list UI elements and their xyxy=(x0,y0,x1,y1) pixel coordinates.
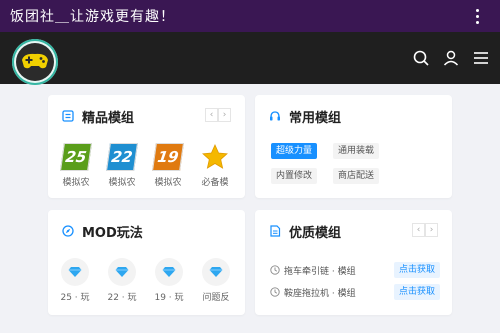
clock-icon xyxy=(270,265,280,275)
search-icon[interactable] xyxy=(412,49,430,67)
common-mods-heading: 常用模组 xyxy=(269,107,342,126)
featured-pager: ‹ › xyxy=(205,108,231,122)
app-title: 饭团社＿让游戏更有趣！ xyxy=(10,9,175,25)
gamepad-logo-icon xyxy=(16,43,54,81)
quality-mods-heading: 优质模组 xyxy=(269,222,342,241)
compass-icon xyxy=(62,225,74,237)
mod-item[interactable]: 25 · 玩 xyxy=(56,258,94,303)
site-logo[interactable] xyxy=(12,39,58,85)
diamond-icon xyxy=(155,258,183,286)
quality-mod-name[interactable]: 拖车牵引链 · 模组 xyxy=(284,264,356,277)
tag-built-in-modify[interactable]: 内置修改 xyxy=(271,168,318,184)
mod-item[interactable]: 19 · 玩 xyxy=(150,258,188,303)
featured-mods-title: 精品模组 xyxy=(82,110,135,126)
mod-item-label: 问题反 xyxy=(202,293,230,303)
mod-item-label: 22 · 玩 xyxy=(107,293,137,303)
diamond-icon xyxy=(61,258,89,286)
tag-super-power[interactable]: 超级力量 xyxy=(271,143,318,159)
game-badge-icon: 22 xyxy=(106,143,138,171)
user-icon[interactable] xyxy=(442,49,460,67)
featured-item-label: 模拟农 xyxy=(108,178,136,188)
quality-mod-row: 拖车牵引链 · 模组 点击获取 xyxy=(270,262,440,278)
quality-pager: ‹ › xyxy=(412,223,438,237)
featured-item-label: 模拟农 xyxy=(62,178,90,188)
headset-icon xyxy=(270,111,280,121)
get-mod-button[interactable]: 点击获取 xyxy=(393,284,440,300)
list-icon xyxy=(62,110,74,122)
mod-item-label: 25 · 玩 xyxy=(60,293,90,303)
hamburger-menu-icon[interactable] xyxy=(472,49,490,67)
featured-mods-heading: 精品模组 xyxy=(62,107,135,126)
game-badge-icon: 25 xyxy=(60,143,92,171)
prev-page-button[interactable]: ‹ xyxy=(412,223,425,237)
mod-gameplay-heading: MOD玩法 xyxy=(62,222,143,241)
featured-item-label: 必备模 xyxy=(201,178,229,188)
more-menu-icon[interactable] xyxy=(474,4,480,28)
mod-item[interactable]: 问题反 xyxy=(197,258,235,303)
mod-gameplay-title: MOD玩法 xyxy=(82,225,143,241)
diamond-icon xyxy=(108,258,136,286)
clock-icon xyxy=(270,287,280,297)
mod-item-label: 19 · 玩 xyxy=(154,293,184,303)
app-title-bar: 饭团社＿让游戏更有趣！ xyxy=(0,0,500,32)
featured-item-label: 模拟农 xyxy=(154,178,182,188)
quality-mod-name[interactable]: 鞍座拖拉机 · 模组 xyxy=(284,286,356,299)
mod-item[interactable]: 22 · 玩 xyxy=(103,258,141,303)
tag-universal-loader[interactable]: 通用装载 xyxy=(333,143,380,159)
quality-mod-row: 鞍座拖拉机 · 模组 点击获取 xyxy=(270,284,440,300)
featured-item[interactable]: 19 模拟农 xyxy=(148,143,188,188)
prev-page-button[interactable]: ‹ xyxy=(205,108,218,122)
get-mod-button[interactable]: 点击获取 xyxy=(393,262,440,278)
document-icon xyxy=(270,225,281,237)
game-badge-icon: 19 xyxy=(152,143,184,171)
next-page-button[interactable]: › xyxy=(218,108,231,122)
common-mods-title: 常用模组 xyxy=(289,110,342,126)
next-page-button[interactable]: › xyxy=(425,223,438,237)
tag-shop-delivery[interactable]: 商店配送 xyxy=(333,168,380,184)
featured-item[interactable]: 必备模 xyxy=(195,143,235,188)
featured-item[interactable]: 25 模拟农 xyxy=(56,143,96,188)
diamond-icon xyxy=(202,258,230,286)
featured-item[interactable]: 22 模拟农 xyxy=(102,143,142,188)
quality-mods-title: 优质模组 xyxy=(289,225,342,241)
star-icon xyxy=(202,144,228,169)
